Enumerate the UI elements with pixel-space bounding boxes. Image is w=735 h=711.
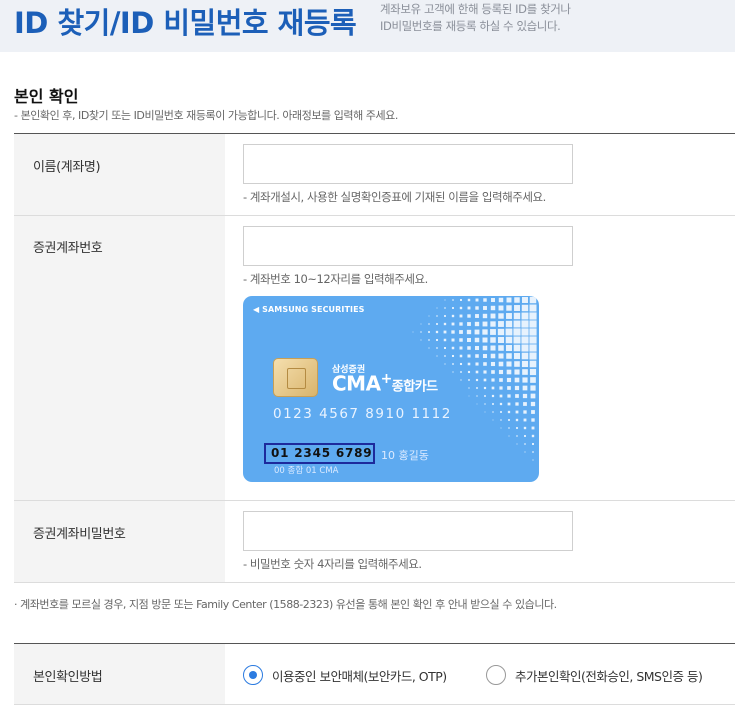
password-label: 증권계좌비밀번호 [33,527,126,542]
account-number-input[interactable] [243,226,573,266]
row-divider [14,582,735,583]
card-chip-icon [273,358,318,397]
additional-verification-label[interactable]: 추가본인확인(전화승인, SMS인증 등) [515,666,703,685]
section-description: - 본인확인 후, ID찾기 또는 ID비밀번호 재등록이 가능합니다. 아래정… [14,109,398,122]
name-hint: - 계좌개설시, 사용한 실명확인증표에 기재된 이름을 입력해주세요. [243,190,546,204]
name-label: 이름(계좌명) [33,160,101,175]
card-logo-sub: 종합카드 [391,379,438,395]
card-logo: CMA+종합카드 [332,371,438,396]
card-logo-main: CMA [332,371,381,396]
security-media-radio[interactable] [243,665,263,685]
card-account-number: 01 2345 6789 [271,446,373,460]
account-label-cell [14,216,225,500]
page-description: 계좌보유 고객에 한해 등록된 ID를 찾거나 ID비밀번호를 재등록 하실 수… [380,1,571,35]
section-title: 본인 확인 [14,87,79,106]
account-password-input[interactable] [243,511,573,551]
card-account-sub: 00 종합 01 CMA [274,466,339,476]
security-media-label[interactable]: 이용중인 보안매체(보안카드, OTP) [272,666,447,685]
page-title: ID 찾기/ID 비밀번호 재등록 [14,6,357,40]
card-logo-plus: + [380,371,393,387]
verification-label: 본인확인방법 [33,670,103,685]
card-brand: ◀ SAMSUNG SECURITIES [253,305,365,314]
row-divider [14,704,735,705]
page-header: ID 찾기/ID 비밀번호 재등록 계좌보유 고객에 한해 등록된 ID를 찾거… [0,0,735,52]
account-notice: · 계좌번호를 모르실 경우, 지점 방문 또는 Family Center (… [14,598,557,611]
page-description-line-1: 계좌보유 고객에 한해 등록된 ID를 찾거나 [380,2,571,16]
card-account-extra: 10 홍길동 [381,449,429,462]
additional-verification-radio[interactable] [486,665,506,685]
sample-card-image: ◀ SAMSUNG SECURITIES 삼성증권 CMA+종합카드 0123 … [243,296,539,482]
account-label: 증권계좌번호 [33,241,103,256]
password-hint: - 비밀번호 숫자 4자리를 입력해주세요. [243,557,422,571]
card-number: 0123 4567 8910 1112 [273,406,452,422]
name-input[interactable] [243,144,573,184]
account-hint: - 계좌번호 10~12자리를 입력해주세요. [243,272,428,286]
page-description-line-2: ID비밀번호를 재등록 하실 수 있습니다. [380,19,561,33]
